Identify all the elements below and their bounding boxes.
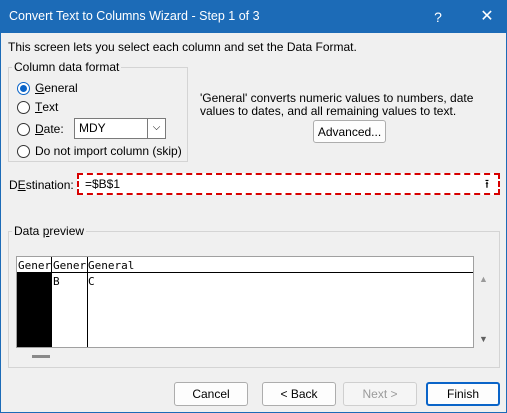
- column-divider: [51, 257, 52, 347]
- wizard-window: Convert Text to Columns Wizard - Step 1 …: [0, 0, 507, 413]
- radio-date[interactable]: Date:: [17, 121, 64, 137]
- collapse-dialog-icon[interactable]: ⭱: [480, 177, 494, 191]
- format-explanation: 'General' converts numeric values to num…: [200, 91, 474, 118]
- destination-label: DEstination:: [9, 178, 74, 192]
- destination-value: =$B$1: [85, 177, 121, 191]
- data-preview[interactable]: Gener Gener General A B C: [16, 256, 474, 348]
- preview-group-label: Data preview: [12, 224, 87, 238]
- preview-vertical-scrollbar[interactable]: ▲ ▼: [475, 256, 491, 348]
- radio-skip[interactable]: Do not import column (skip): [17, 143, 182, 159]
- radio-button-skip[interactable]: [17, 144, 30, 158]
- radio-text-accel: T: [35, 100, 43, 114]
- chevron-down-icon[interactable]: ⌵: [147, 119, 165, 138]
- help-icon[interactable]: ?: [418, 1, 458, 33]
- radio-date-accel: D: [35, 122, 44, 136]
- radio-text-label: ext: [42, 100, 59, 114]
- back-button[interactable]: < Back: [262, 382, 336, 406]
- preview-cell: A: [18, 275, 25, 288]
- column-header[interactable]: Gener: [18, 258, 51, 273]
- title-bar: Convert Text to Columns Wizard - Step 1 …: [1, 1, 506, 33]
- format-group-label: Column data format: [12, 60, 122, 74]
- radio-date-label: ate:: [43, 122, 64, 136]
- column-header[interactable]: General: [88, 258, 168, 273]
- scroll-down-icon[interactable]: ▼: [479, 334, 488, 344]
- column-header[interactable]: Gener: [53, 258, 88, 273]
- preview-cell: B: [53, 275, 60, 288]
- destination-input[interactable]: =$B$1 ⭱: [77, 173, 500, 195]
- date-format-select[interactable]: MDY ⌵: [74, 118, 166, 139]
- radio-button-general[interactable]: [17, 81, 30, 95]
- advanced-button[interactable]: Advanced...: [313, 120, 386, 143]
- window-title: Convert Text to Columns Wizard - Step 1 …: [9, 9, 260, 23]
- radio-button-text[interactable]: [17, 100, 30, 114]
- radio-general[interactable]: General: [17, 80, 78, 96]
- radio-skip-label: Do not import column (skip): [35, 144, 182, 158]
- radio-general-label: eneral: [44, 81, 78, 95]
- radio-button-date[interactable]: [17, 122, 30, 136]
- date-format-value: MDY: [79, 121, 106, 135]
- finish-button[interactable]: Finish: [426, 382, 500, 406]
- cancel-button[interactable]: Cancel: [174, 382, 248, 406]
- intro-text: This screen lets you select each column …: [8, 40, 357, 54]
- preview-horizontal-scroll-thumb[interactable]: [32, 355, 50, 358]
- close-icon[interactable]: ✕: [467, 1, 507, 33]
- radio-text[interactable]: Text: [17, 99, 58, 115]
- scroll-up-icon[interactable]: ▲: [479, 274, 488, 284]
- next-button[interactable]: Next >: [343, 382, 417, 406]
- preview-cell: C: [88, 275, 95, 288]
- column-divider: [87, 257, 88, 347]
- radio-general-accel: G: [35, 81, 45, 95]
